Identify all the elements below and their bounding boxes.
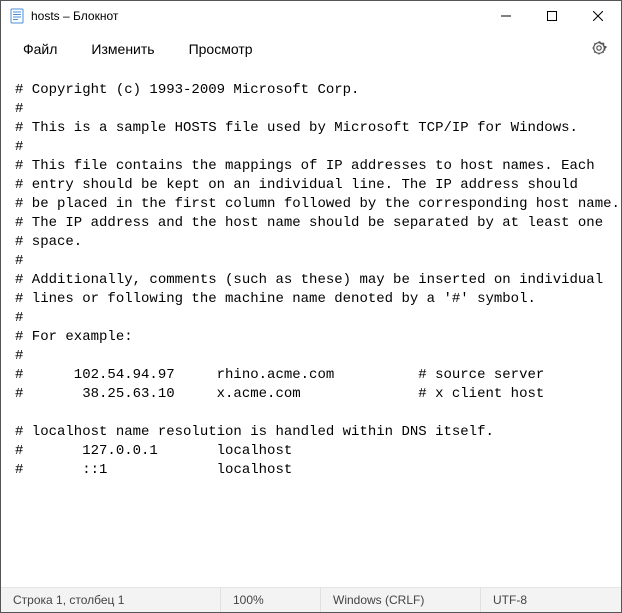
close-button[interactable]	[575, 1, 621, 31]
status-zoom: 100%	[221, 588, 321, 612]
window: hosts – Блокнот Файл Изменить Просмотр	[0, 0, 622, 613]
settings-button[interactable]	[585, 35, 613, 63]
maximize-button[interactable]	[529, 1, 575, 31]
menu-view[interactable]: Просмотр	[179, 37, 263, 61]
minimize-button[interactable]	[483, 1, 529, 31]
window-title: hosts – Блокнот	[31, 9, 118, 23]
titlebar: hosts – Блокнот	[1, 1, 621, 31]
menubar: Файл Изменить Просмотр	[1, 31, 621, 67]
status-caret-position: Строка 1, столбец 1	[1, 588, 221, 612]
status-encoding: UTF-8	[481, 588, 621, 612]
window-controls	[483, 1, 621, 31]
menu-file[interactable]: Файл	[13, 37, 67, 61]
text-editor[interactable]: # Copyright (c) 1993-2009 Microsoft Corp…	[1, 67, 621, 587]
statusbar: Строка 1, столбец 1 100% Windows (CRLF) …	[1, 587, 621, 612]
notepad-icon	[9, 8, 25, 24]
menu-edit[interactable]: Изменить	[81, 37, 164, 61]
status-line-ending: Windows (CRLF)	[321, 588, 481, 612]
gear-icon	[591, 40, 607, 59]
